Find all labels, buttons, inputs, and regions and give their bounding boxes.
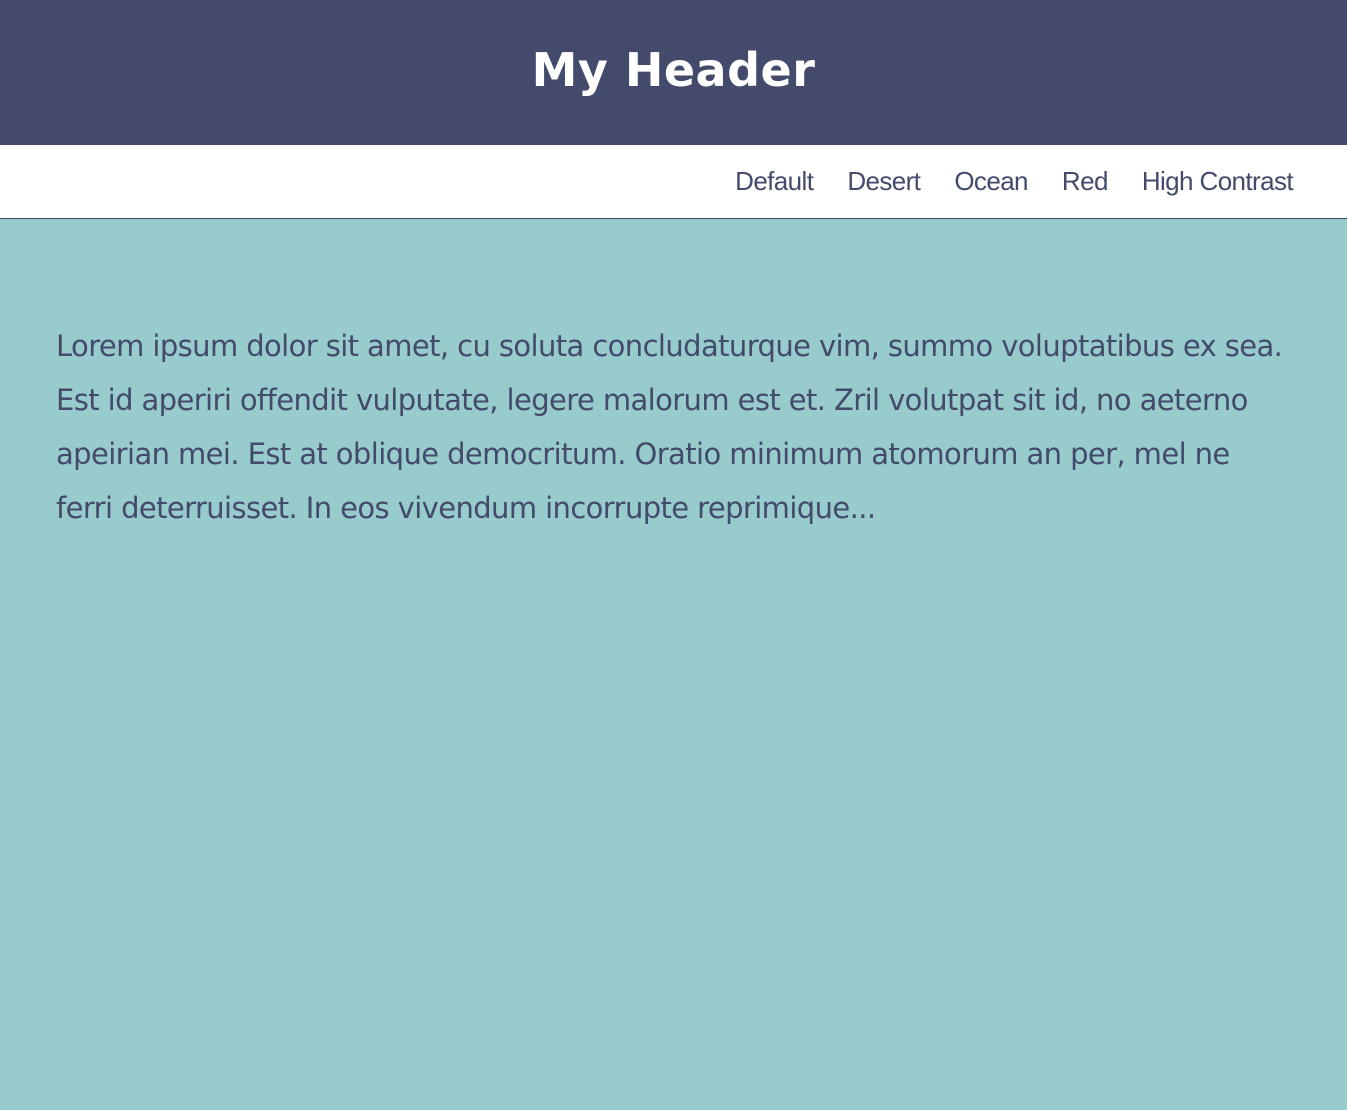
theme-list: Default Desert Ocean Red High Contrast [735, 166, 1293, 197]
theme-item-desert: Desert [847, 166, 921, 197]
theme-link-desert[interactable]: Desert [847, 166, 921, 196]
theme-item-default: Default [735, 166, 814, 197]
body-paragraph: Lorem ipsum dolor sit amet, cu soluta co… [56, 329, 1283, 525]
theme-item-ocean: Ocean [954, 166, 1028, 197]
theme-link-ocean[interactable]: Ocean [954, 166, 1028, 196]
theme-item-high-contrast: High Contrast [1142, 166, 1294, 197]
page-title: My Header [531, 42, 816, 97]
theme-item-red: Red [1062, 166, 1109, 197]
main-content: Lorem ipsum dolor sit amet, cu soluta co… [0, 219, 1347, 535]
theme-nav: Default Desert Ocean Red High Contrast [0, 145, 1347, 219]
theme-link-default[interactable]: Default [735, 166, 814, 196]
theme-link-red[interactable]: Red [1062, 166, 1109, 196]
site-header: My Header [0, 0, 1347, 145]
theme-link-high-contrast[interactable]: High Contrast [1142, 166, 1294, 196]
